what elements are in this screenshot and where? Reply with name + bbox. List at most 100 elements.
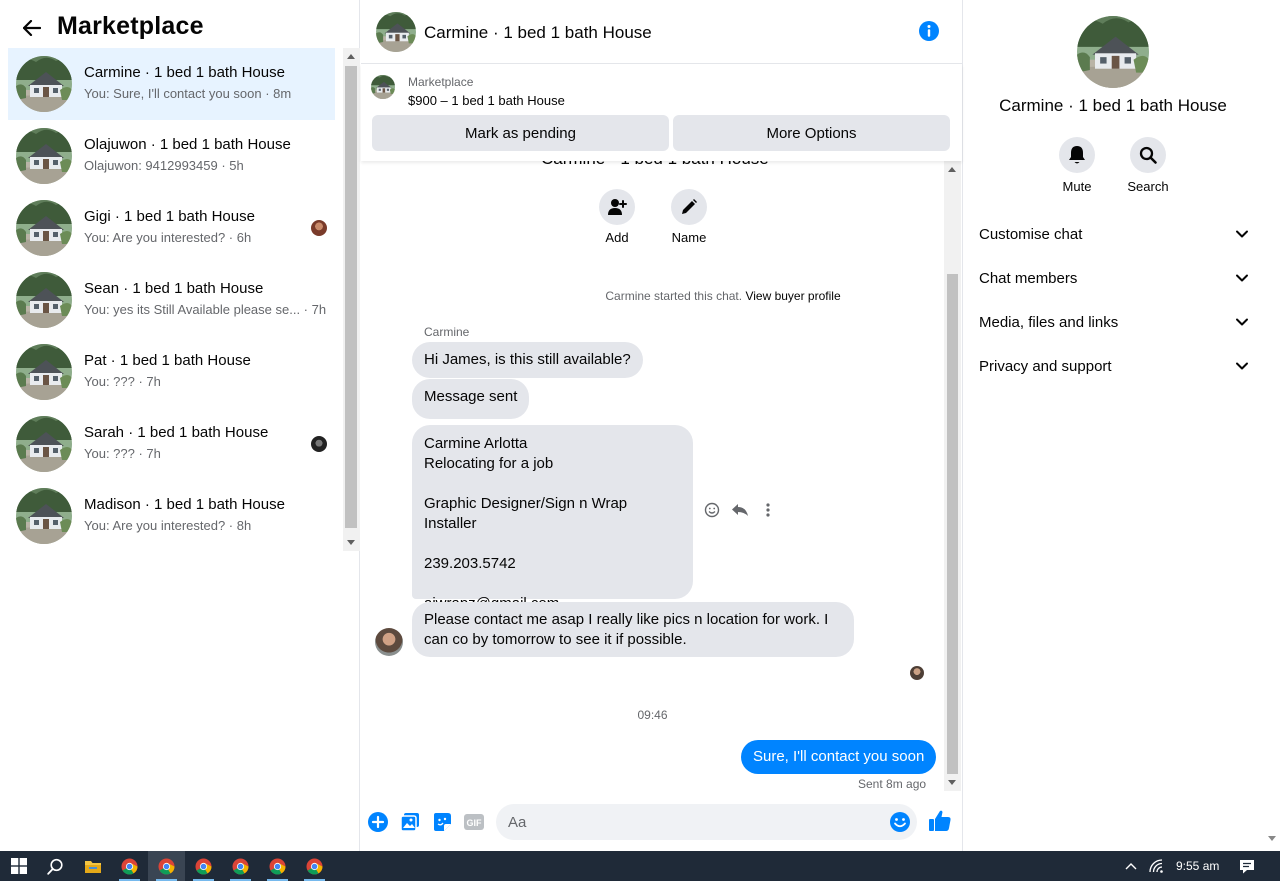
listing-thumbnail[interactable] xyxy=(1077,16,1149,88)
thumbs-up-icon[interactable] xyxy=(928,809,952,833)
message-bubble[interactable]: Carmine Arlotta Relocating for a job Gra… xyxy=(412,425,693,612)
conversation-item[interactable]: Sean · 1 bed 1 bath House You: yes its S… xyxy=(8,264,335,336)
chrome-taskbar-button[interactable] xyxy=(296,851,333,881)
conversation-item[interactable]: Olajuwon · 1 bed 1 bath House Olajuwon: … xyxy=(8,120,335,192)
section-privacy-support[interactable]: Privacy and support xyxy=(971,346,1255,386)
page-title: Marketplace xyxy=(57,12,204,40)
conversation-item[interactable]: Gigi · 1 bed 1 bath House You: Are you i… xyxy=(8,192,335,264)
folder-icon xyxy=(84,860,101,873)
file-explorer-button[interactable] xyxy=(74,851,111,881)
more-attachments-button[interactable] xyxy=(367,811,389,833)
chrome-taskbar-button[interactable] xyxy=(222,851,259,881)
bell-icon xyxy=(1069,146,1085,164)
chevron-down-icon xyxy=(1236,230,1248,238)
taskbar-clock[interactable]: 9:55 am xyxy=(1176,859,1219,873)
listing-thumbnail[interactable] xyxy=(376,12,416,52)
thread-scrollbar[interactable] xyxy=(944,161,961,791)
conversation-preview: You: Are you interested? · 8h xyxy=(84,518,252,533)
mute-button[interactable]: Mute xyxy=(1047,137,1107,194)
pencil-icon xyxy=(682,199,697,214)
sticker-button[interactable] xyxy=(431,811,453,833)
notification-icon xyxy=(1239,859,1254,873)
message-bubble[interactable]: Message sent xyxy=(412,379,530,419)
search-circle[interactable] xyxy=(1130,137,1166,173)
message-thread: Carmine · 1 bed 1 bath House Add Name Ca… xyxy=(361,161,962,791)
conversation-preview: You: Sure, I'll contact you soon · 8m xyxy=(84,86,292,101)
thread-title: Carmine · 1 bed 1 bath House xyxy=(541,161,769,169)
info-icon[interactable] xyxy=(918,20,940,42)
scrollbar-thumb[interactable] xyxy=(947,274,958,774)
plus-circle-icon xyxy=(368,812,388,832)
search-button[interactable]: Search xyxy=(1118,137,1178,194)
mark-as-pending-button[interactable]: Mark as pending xyxy=(372,115,669,151)
more-options-button[interactable]: More Options xyxy=(673,115,950,151)
scroll-up-arrow-icon[interactable] xyxy=(948,167,956,172)
chrome-taskbar-button[interactable] xyxy=(148,851,185,881)
conversation-preview: You: Are you interested? · 6h xyxy=(84,230,252,245)
message-actions xyxy=(701,499,781,523)
conversation-title: Madison · 1 bed 1 bath House xyxy=(84,496,285,513)
mute-label: Mute xyxy=(1062,179,1092,194)
sender-avatar[interactable] xyxy=(375,628,403,656)
emoji-icon[interactable] xyxy=(889,811,911,833)
message-input[interactable] xyxy=(496,804,917,840)
taskbar-search-button[interactable] xyxy=(37,851,74,881)
chrome-icon xyxy=(232,858,249,874)
section-label: Chat members xyxy=(979,270,1078,287)
scrollbar-thumb[interactable] xyxy=(345,66,357,528)
gif-button[interactable]: GIF xyxy=(463,811,485,833)
reply-button[interactable] xyxy=(729,499,751,521)
react-button[interactable] xyxy=(701,499,723,521)
chevron-up-icon xyxy=(1125,863,1136,870)
arrow-left-icon xyxy=(23,20,41,36)
search-label: Search xyxy=(1127,179,1169,194)
name-label: Name xyxy=(671,230,707,245)
scroll-up-arrow-icon[interactable] xyxy=(347,54,355,59)
chat-header: Carmine · 1 bed 1 bath House xyxy=(361,0,962,64)
section-label: Media, files and links xyxy=(979,314,1119,331)
conversation-sidebar: Marketplace Carmine · 1 bed 1 bath House… xyxy=(0,0,360,851)
conversation-item[interactable]: Sarah · 1 bed 1 bath House You: ??? · 7h xyxy=(8,408,335,480)
message-bubble[interactable]: Hi James, is this still available? xyxy=(412,342,643,378)
conversation-item[interactable]: Pat · 1 bed 1 bath House You: ??? · 7h xyxy=(8,336,335,408)
conversation-title: Sean · 1 bed 1 bath House xyxy=(84,280,264,297)
listing-thumbnail[interactable] xyxy=(371,75,395,99)
scroll-down-arrow-icon[interactable] xyxy=(948,780,956,785)
back-button[interactable] xyxy=(18,14,46,42)
add-person-icon xyxy=(608,199,627,215)
sidebar-scrollbar[interactable] xyxy=(343,48,360,551)
section-media-files-links[interactable]: Media, files and links xyxy=(971,302,1255,342)
chrome-taskbar-button[interactable] xyxy=(111,851,148,881)
chat-started-notice: Carmine started this chat. View buyer pr… xyxy=(361,289,962,303)
more-actions-button[interactable] xyxy=(757,499,779,521)
chevron-down-icon xyxy=(1236,318,1248,326)
start-button[interactable] xyxy=(0,851,37,881)
reply-icon xyxy=(732,504,748,516)
listing-source: Marketplace xyxy=(408,75,474,89)
chat-title[interactable]: Carmine · 1 bed 1 bath House xyxy=(424,23,652,43)
listing-price-title[interactable]: $900 – 1 bed 1 bath House xyxy=(408,93,565,108)
sidebar-header: Marketplace xyxy=(0,0,360,48)
view-buyer-profile-link[interactable]: View buyer profile xyxy=(745,289,840,303)
section-chat-members[interactable]: Chat members xyxy=(971,258,1255,298)
svg-text:GIF: GIF xyxy=(467,818,483,828)
sender-name: Carmine xyxy=(424,325,470,339)
smiley-icon xyxy=(704,502,720,518)
section-customise-chat[interactable]: Customise chat xyxy=(971,214,1255,254)
network-button[interactable] xyxy=(1138,851,1175,881)
scroll-down-arrow-icon[interactable] xyxy=(1268,836,1276,841)
vertical-dots-icon xyxy=(766,503,770,517)
scroll-down-arrow-icon[interactable] xyxy=(347,540,355,545)
edit-name-button[interactable] xyxy=(671,189,707,225)
chrome-taskbar-button[interactable] xyxy=(259,851,296,881)
conversation-item[interactable]: Carmine · 1 bed 1 bath House You: Sure, … xyxy=(8,48,335,120)
windows-logo-icon xyxy=(10,858,27,874)
chrome-taskbar-button[interactable] xyxy=(185,851,222,881)
message-bubble[interactable]: Please contact me asap I really like pic… xyxy=(412,602,854,657)
add-member-button[interactable] xyxy=(599,189,635,225)
sent-message-bubble[interactable]: Sure, I'll contact you soon xyxy=(741,740,937,774)
mute-circle[interactable] xyxy=(1059,137,1095,173)
attach-photo-button[interactable] xyxy=(399,811,421,833)
conversation-item[interactable]: Madison · 1 bed 1 bath House You: Are yo… xyxy=(8,480,335,552)
action-center-button[interactable] xyxy=(1228,851,1265,881)
